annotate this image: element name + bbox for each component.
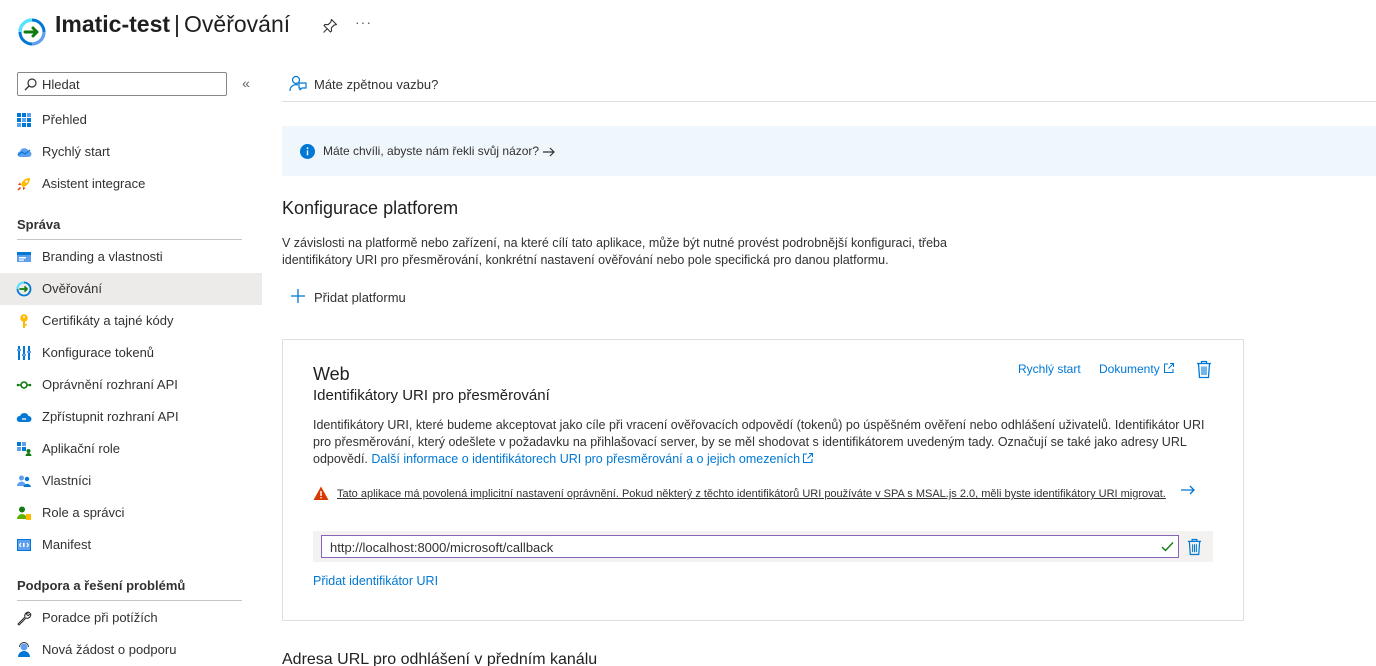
auth-icon (16, 281, 32, 297)
sidebar-item-app-roles[interactable]: Aplikační role (0, 433, 262, 465)
implicit-grant-warning[interactable]: Tato aplikace má povolená implicitní nas… (337, 487, 1187, 502)
sidebar-item-quickstart[interactable]: Rychlý start (0, 136, 262, 168)
sidebar-item-integration-assistant[interactable]: Asistent integrace (0, 168, 262, 200)
redirect-uri-input[interactable] (330, 538, 1150, 556)
redirect-uris-description: Identifikátory URI, které budeme akcepto… (313, 417, 1213, 468)
sidebar: « Přehled Rychlý start Asistent integrac… (0, 60, 262, 666)
sidebar-item-label: Vlastníci (42, 473, 92, 488)
front-channel-logout-heading: Adresa URL pro odhlášení v předním kanál… (282, 651, 598, 666)
branding-icon (17, 252, 31, 262)
delete-platform-icon[interactable] (1196, 360, 1212, 379)
app-registration-icon (18, 18, 46, 46)
feedback-icon (289, 75, 307, 92)
section-divider (17, 239, 242, 240)
section-title: Konfigurace platforem (282, 198, 459, 218)
section-description: V závislosti na platformě nebo zařízení,… (282, 236, 947, 267)
add-platform-label: Přidat platformu (314, 290, 406, 305)
sidebar-item-label: Zpřístupnit rozhraní API (42, 409, 179, 424)
page-name: Ověřování (184, 11, 291, 37)
sidebar-item-manifest[interactable]: Manifest (0, 529, 262, 561)
toolbar-divider (282, 101, 1376, 102)
search-input[interactable] (42, 75, 222, 93)
main-content: Máte zpětnou vazbu? Máte chvíli, abyste … (282, 60, 1376, 666)
add-uri-link[interactable]: Přidat identifikátor URI (313, 574, 438, 588)
sidebar-item-label: Ověřování (42, 281, 102, 296)
sidebar-item-label: Přehled (42, 112, 87, 127)
manifest-icon (17, 539, 31, 551)
sidebar-item-label: Nová žádost o podporu (42, 642, 177, 657)
sidebar-item-label: Oprávnění rozhraní API (42, 377, 178, 392)
page-title: Imatic-test | Ověřování (55, 11, 290, 38)
external-link-icon (1164, 363, 1175, 373)
platform-card-web: Web Identifikátory URI pro přesměrování … (282, 339, 1244, 621)
page-header: Imatic-test | Ověřování ··· (0, 0, 1376, 60)
redirect-uris-heading: Identifikátory URI pro přesměrování (313, 387, 550, 404)
sidebar-item-label: Asistent integrace (42, 176, 146, 191)
section-divider (17, 600, 242, 601)
sidebar-item-label: Rychlý start (42, 144, 110, 159)
grid-icon (17, 113, 31, 127)
app-roles-icon (17, 442, 32, 456)
info-banner-label: Máte chvíli, abyste nám řekli svůj názor… (323, 144, 540, 158)
sidebar-item-overview[interactable]: Přehled (0, 104, 262, 136)
search-icon (24, 78, 37, 91)
token-icon (17, 346, 31, 360)
feedback-label: Máte zpětnou vazbu? (314, 77, 439, 92)
info-banner-text: Máte chvíli, abyste nám řekli svůj názor… (323, 144, 556, 158)
sidebar-item-certificates[interactable]: Certifikáty a tajné kódy (0, 305, 262, 337)
title-separator: | (174, 11, 181, 37)
platform-title: Web (313, 364, 350, 384)
sidebar-search[interactable] (17, 72, 227, 96)
sidebar-item-label: Aplikační role (42, 441, 121, 456)
arrow-right-icon[interactable] (1180, 484, 1196, 496)
plus-icon (291, 289, 305, 303)
arrow-right-icon (543, 147, 556, 157)
sidebar-item-token-configuration[interactable]: Konfigurace tokenů (0, 337, 262, 369)
docs-link[interactable]: Dokumenty (1099, 362, 1175, 376)
info-banner[interactable]: Máte chvíli, abyste nám řekli svůj názor… (282, 126, 1376, 176)
expose-api-icon (16, 412, 32, 422)
sidebar-item-label: Konfigurace tokenů (42, 345, 155, 360)
sidebar-item-label: Certifikáty a tajné kódy (42, 313, 174, 328)
sidebar-item-label: Role a správci (42, 505, 125, 520)
rocket-icon (17, 178, 30, 191)
section-heading-manage: Správa (17, 217, 61, 232)
sidebar-item-label: Branding a vlastnosti (42, 249, 163, 264)
sidebar-item-api-permissions[interactable]: Oprávnění rozhraní API (0, 369, 262, 401)
more-info-link-label: Další informace o identifikátorech URI p… (371, 452, 801, 466)
info-icon (300, 144, 315, 159)
external-link-icon (803, 453, 814, 463)
sidebar-item-owners[interactable]: Vlastníci (0, 465, 262, 497)
owners-icon (17, 475, 31, 487)
checkmark-icon (1161, 542, 1174, 552)
wrench-icon (17, 611, 32, 626)
delete-uri-icon[interactable] (1187, 538, 1202, 556)
sidebar-item-roles-admins[interactable]: Role a správci (0, 497, 262, 529)
collapse-sidebar-button[interactable]: « (238, 74, 254, 92)
sidebar-item-troubleshooting[interactable]: Poradce při potížích (0, 602, 262, 634)
redirect-uri-row (313, 531, 1213, 562)
roles-admins-icon (17, 506, 31, 520)
api-permissions-icon (16, 381, 32, 389)
redirect-uri-field[interactable] (321, 535, 1179, 558)
quickstart-link[interactable]: Rychlý start (1018, 362, 1081, 376)
key-icon (20, 314, 28, 328)
app-name: Imatic-test (55, 11, 171, 37)
warning-icon (313, 486, 329, 500)
sidebar-item-label: Poradce při potížích (42, 610, 158, 625)
sidebar-item-new-support-request[interactable]: Nová žádost o podporu (0, 634, 262, 666)
more-info-link[interactable]: Další informace o identifikátorech URI p… (371, 452, 814, 466)
section-heading-support: Podpora a řešení problémů (17, 578, 186, 593)
sidebar-item-expose-api[interactable]: Zpřístupnit rozhraní API (0, 401, 262, 433)
pin-icon[interactable] (322, 18, 338, 34)
cloud-icon (17, 148, 32, 157)
sidebar-item-authentication[interactable]: Ověřování (0, 273, 262, 305)
more-options-icon[interactable]: ··· (355, 14, 372, 30)
sidebar-item-label: Manifest (42, 537, 92, 552)
docs-link-label: Dokumenty (1099, 362, 1160, 376)
sidebar-item-branding[interactable]: Branding a vlastnosti (0, 241, 262, 273)
support-request-icon (18, 642, 30, 657)
